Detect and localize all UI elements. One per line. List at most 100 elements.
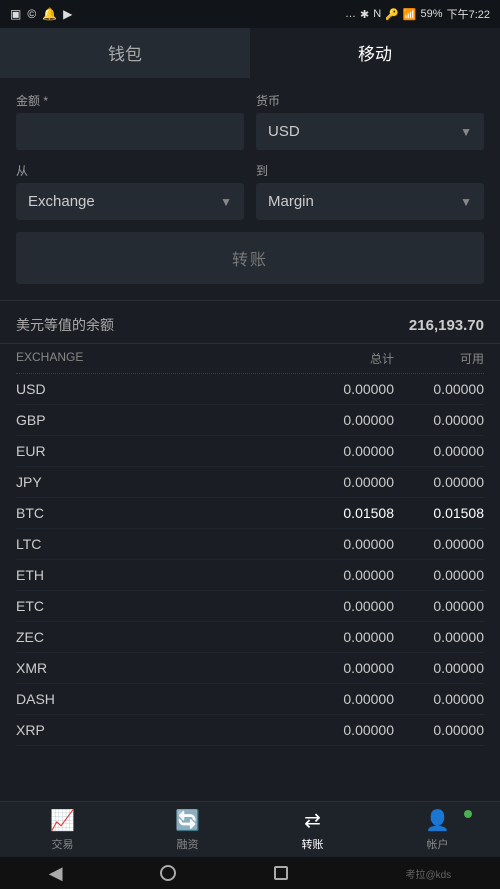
coin-total: 0.01508 <box>304 505 394 521</box>
coin-available: 0.00000 <box>394 722 484 738</box>
from-arrow-icon: ▼ <box>220 195 232 209</box>
transfer-button[interactable]: 转账 <box>16 232 484 284</box>
key-icon: 🔑 <box>385 8 399 21</box>
bottom-nav: 📈 交易 🔄 融资 ⇄ 转账 👤 帐户 <box>0 801 500 857</box>
tab-move[interactable]: 移动 <box>250 28 500 78</box>
back-button[interactable]: ◀ <box>49 863 63 884</box>
coin-name: JPY <box>16 474 304 490</box>
watermark-text: 考拉@kds <box>405 866 451 881</box>
coin-name: XRP <box>16 722 304 738</box>
exchange-title: EXCHANGE <box>16 350 304 367</box>
status-bar: ▣ © 🔔 ▶ … ✱ N 🔑 📶 59% 下午7:22 <box>0 0 500 28</box>
table-row: ETC 0.00000 0.00000 <box>16 591 484 622</box>
status-dots: … <box>345 8 356 20</box>
amount-input[interactable] <box>16 113 244 150</box>
table-row: LTC 0.00000 0.00000 <box>16 529 484 560</box>
table-row: ZEC 0.00000 0.00000 <box>16 622 484 653</box>
currency-arrow-icon: ▼ <box>460 125 472 139</box>
coin-available: 0.00000 <box>394 629 484 645</box>
transfer-btn-row: 转账 <box>16 232 484 284</box>
coin-available: 0.00000 <box>394 660 484 676</box>
coin-total: 0.00000 <box>304 598 394 614</box>
exchange-rows: USD 0.00000 0.00000 GBP 0.00000 0.00000 … <box>16 374 484 746</box>
table-row: EUR 0.00000 0.00000 <box>16 436 484 467</box>
trade-label: 交易 <box>52 836 74 852</box>
balance-section: 美元等值的余额 216,193.70 <box>0 301 500 343</box>
coin-name: EUR <box>16 443 304 459</box>
coin-available: 0.00000 <box>394 443 484 459</box>
funding-label: 融资 <box>177 836 199 852</box>
battery-text: 59% <box>421 8 443 20</box>
coin-name: DASH <box>16 691 304 707</box>
coin-available: 0.00000 <box>394 536 484 552</box>
nav-transfer[interactable]: ⇄ 转账 <box>250 802 375 857</box>
table-row: JPY 0.00000 0.00000 <box>16 467 484 498</box>
table-row: GBP 0.00000 0.00000 <box>16 405 484 436</box>
trade-icon: 📈 <box>50 808 75 833</box>
transfer-icon: ⇄ <box>304 808 321 833</box>
coin-available: 0.00000 <box>394 381 484 397</box>
status-icon-3: 🔔 <box>42 7 57 21</box>
coin-name: ETC <box>16 598 304 614</box>
coin-name: USD <box>16 381 304 397</box>
exchange-header: EXCHANGE 总计 可用 <box>16 344 484 374</box>
nav-funding[interactable]: 🔄 融资 <box>125 802 250 857</box>
account-icon: 👤 <box>425 808 450 833</box>
table-row: XMR 0.00000 0.00000 <box>16 653 484 684</box>
tab-bar: 钱包 移动 <box>0 28 500 78</box>
from-value: Exchange <box>28 193 95 210</box>
status-icon-2: © <box>27 7 36 21</box>
to-label: 到 <box>256 162 484 179</box>
home-button[interactable] <box>160 865 176 881</box>
to-select[interactable]: Margin ▼ <box>256 183 484 220</box>
form-area: 金额 * 货币 USD ▼ 从 Exchange ▼ 到 Margin ▼ <box>0 78 500 300</box>
nfc-icon: N <box>373 8 381 20</box>
bluetooth-icon: ✱ <box>360 8 369 21</box>
currency-label: 货币 <box>256 92 484 109</box>
nav-trade[interactable]: 📈 交易 <box>0 802 125 857</box>
coin-total: 0.00000 <box>304 691 394 707</box>
balance-value: 216,193.70 <box>409 317 484 334</box>
coin-total: 0.00000 <box>304 474 394 490</box>
table-row: USD 0.00000 0.00000 <box>16 374 484 405</box>
amount-label: 金额 * <box>16 92 244 109</box>
from-label: 从 <box>16 162 244 179</box>
coin-total: 0.00000 <box>304 536 394 552</box>
coin-available: 0.00000 <box>394 598 484 614</box>
table-row: XRP 0.00000 0.00000 <box>16 715 484 746</box>
status-right-info: … ✱ N 🔑 📶 59% 下午7:22 <box>345 6 490 22</box>
account-online-dot <box>464 810 472 818</box>
currency-select[interactable]: USD ▼ <box>256 113 484 150</box>
coin-total: 0.00000 <box>304 660 394 676</box>
from-select[interactable]: Exchange ▼ <box>16 183 244 220</box>
table-row: ETH 0.00000 0.00000 <box>16 560 484 591</box>
currency-group: 货币 USD ▼ <box>256 92 484 150</box>
to-arrow-icon: ▼ <box>460 195 472 209</box>
transfer-label: 转账 <box>302 836 324 852</box>
to-group: 到 Margin ▼ <box>256 162 484 220</box>
coin-name: ETH <box>16 567 304 583</box>
funding-icon: 🔄 <box>175 808 200 833</box>
from-group: 从 Exchange ▼ <box>16 162 244 220</box>
coin-total: 0.00000 <box>304 629 394 645</box>
status-icon-1: ▣ <box>10 7 21 21</box>
exchange-section: EXCHANGE 总计 可用 USD 0.00000 0.00000 GBP 0… <box>0 344 500 746</box>
recents-button[interactable] <box>274 866 288 880</box>
android-nav-bar: ◀ 考拉@kds <box>0 857 500 889</box>
coin-total: 0.00000 <box>304 381 394 397</box>
currency-value: USD <box>268 123 300 140</box>
coin-name: ZEC <box>16 629 304 645</box>
nav-account[interactable]: 👤 帐户 <box>375 802 500 857</box>
coin-name: BTC <box>16 505 304 521</box>
coin-available: 0.00000 <box>394 691 484 707</box>
tab-wallet[interactable]: 钱包 <box>0 28 250 78</box>
coin-available: 0.00000 <box>394 474 484 490</box>
table-row: BTC 0.01508 0.01508 <box>16 498 484 529</box>
coin-total: 0.00000 <box>304 722 394 738</box>
coin-available: 0.00000 <box>394 412 484 428</box>
status-left-icons: ▣ © 🔔 ▶ <box>10 7 72 21</box>
signal-icon: 📶 <box>403 8 417 21</box>
coin-total: 0.00000 <box>304 443 394 459</box>
coin-available: 0.00000 <box>394 567 484 583</box>
coin-name: XMR <box>16 660 304 676</box>
